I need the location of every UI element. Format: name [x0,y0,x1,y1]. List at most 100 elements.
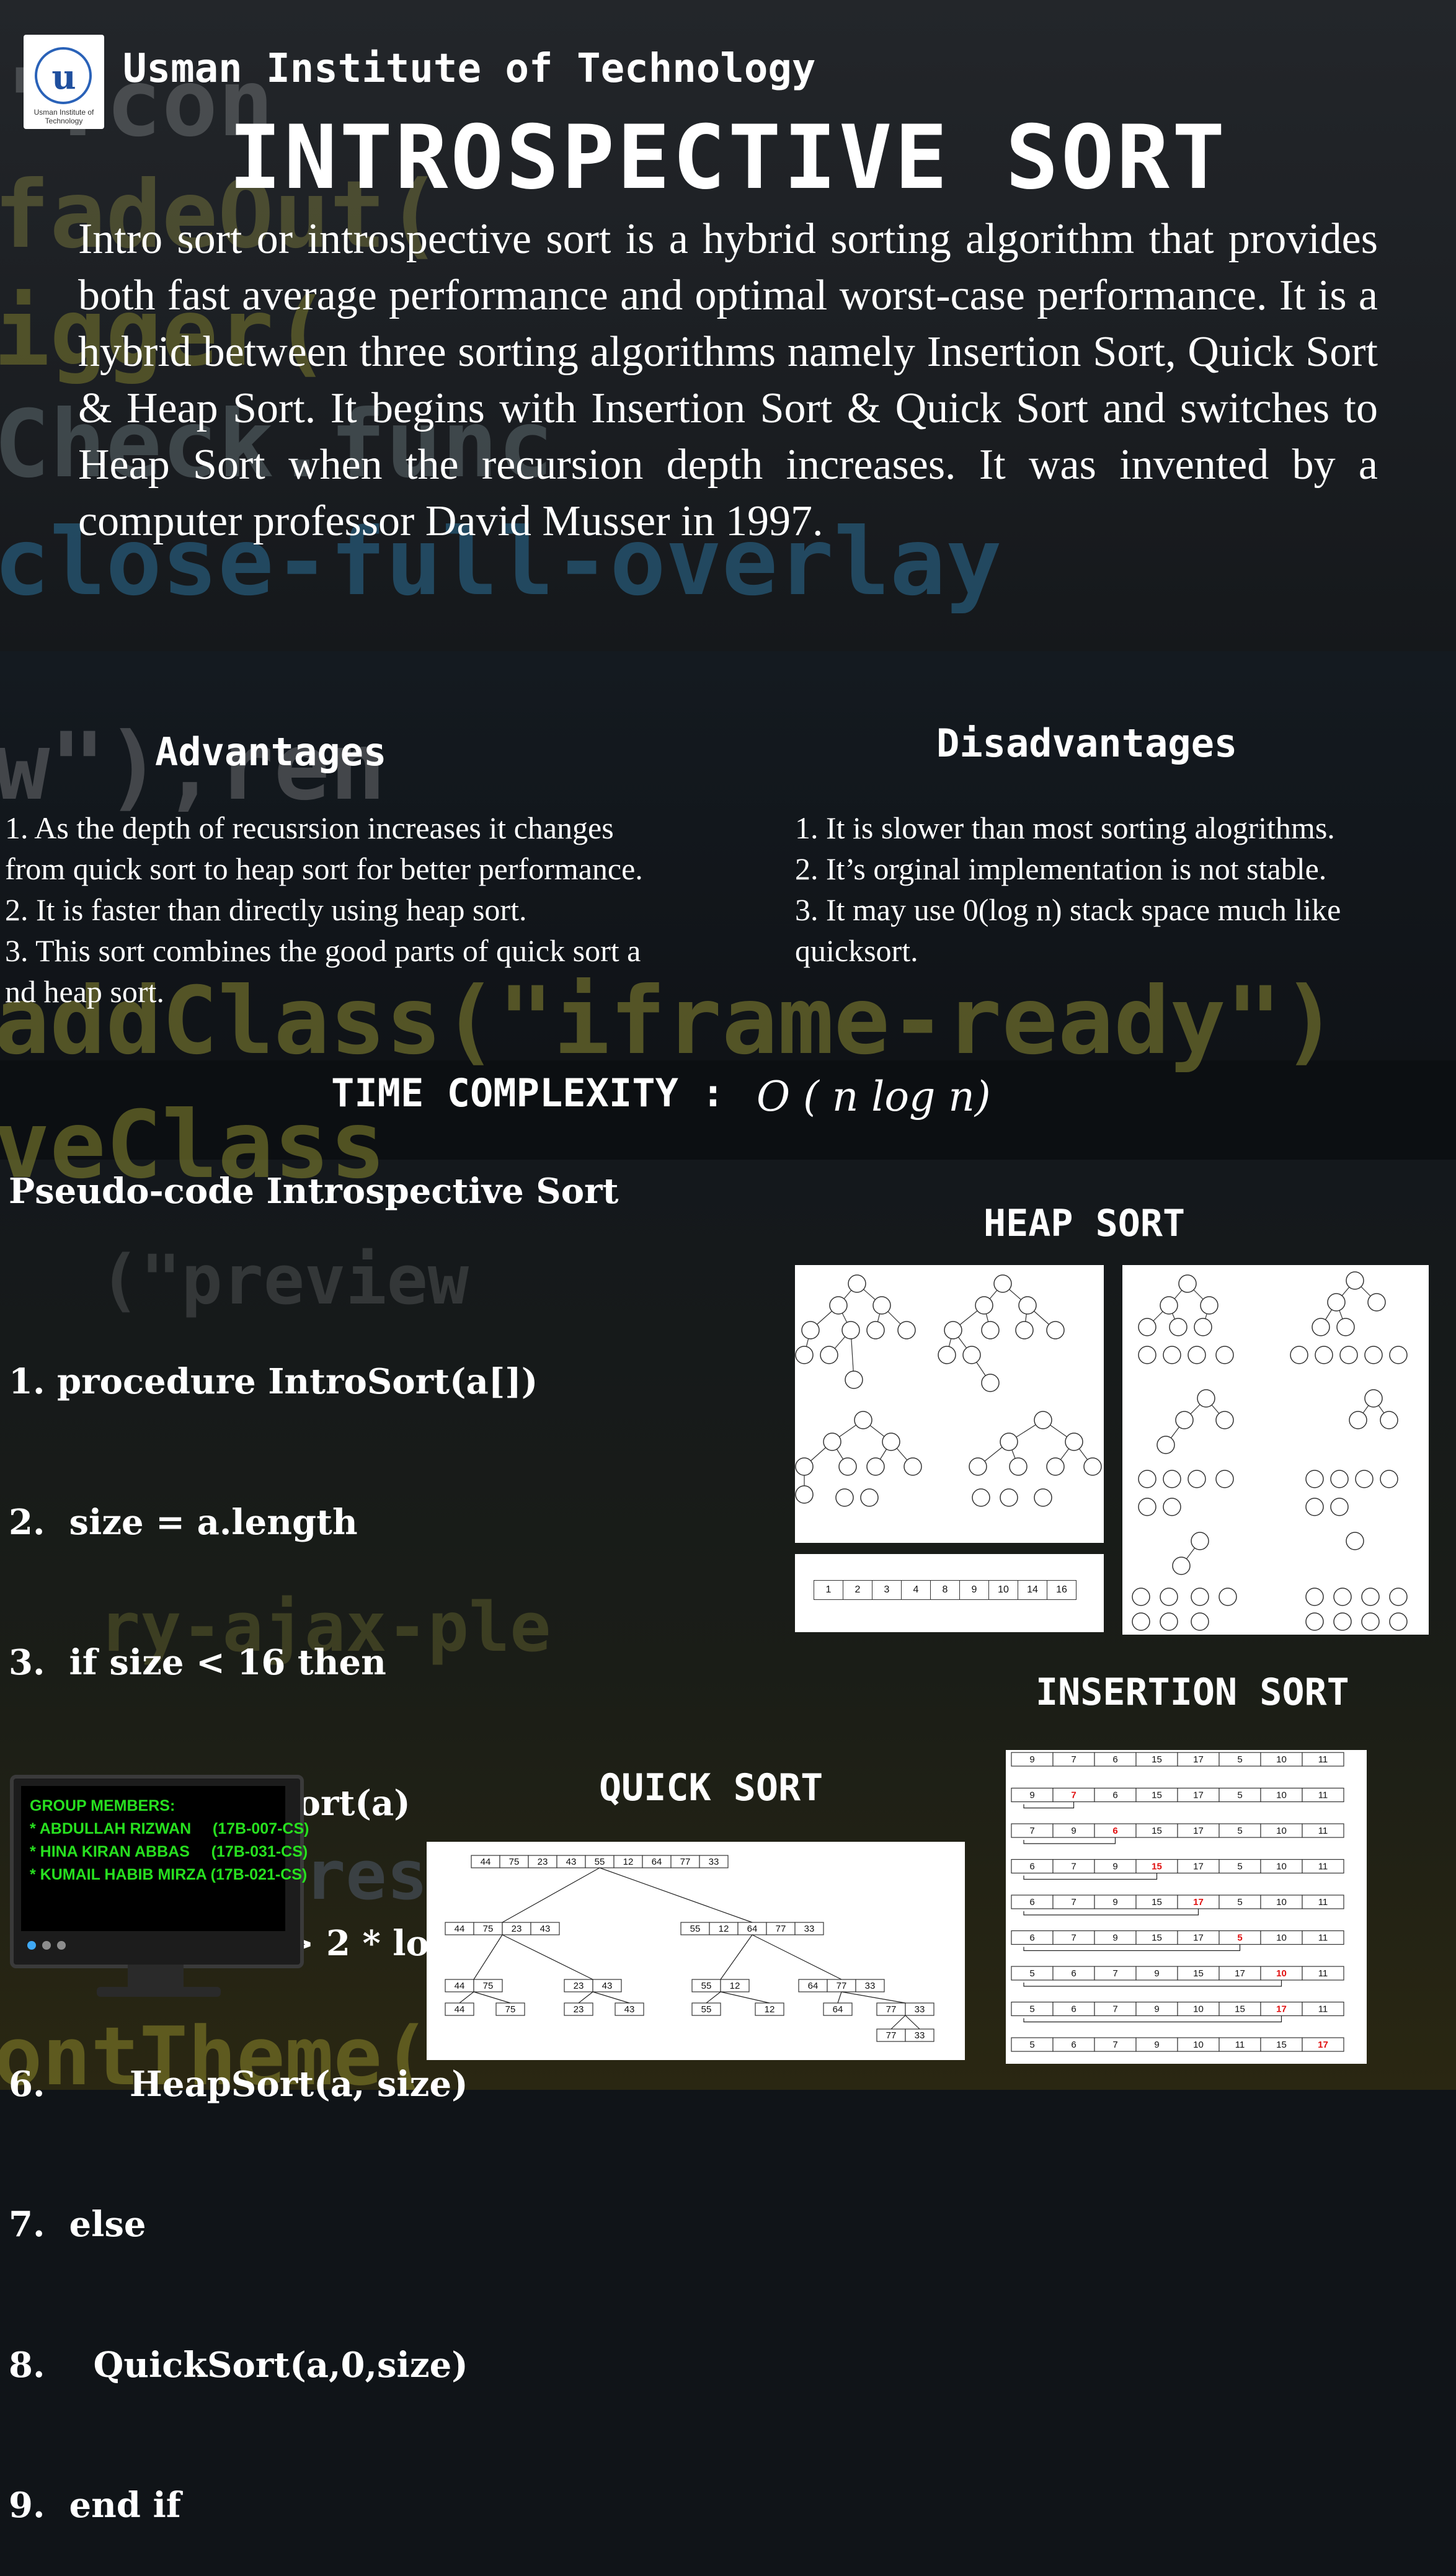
pseudocode-title: Pseudo-code Introspective Sort [9,1171,619,1212]
advantages-list: 1. As the depth of recusrsion increases … [5,807,643,1012]
partition-cell-value: 44 [455,1981,465,1991]
quick-sort-link [837,1991,842,2004]
pseudocode-line: 3. if size < 16 then [9,1642,386,1683]
array-cell: 1 [814,1581,843,1599]
insertion-cell-value: 7 [1112,2040,1117,2050]
insertion-cell-value: 17 [1276,2004,1287,2015]
heap-sort-diagram-right [1122,1265,1429,1635]
quick-sort-partition: 55 [691,2002,721,2016]
partition-cell-value: 77 [886,2030,897,2041]
partition-cell-value: 77 [837,1981,847,1991]
monitor-led [57,1941,66,1950]
quick-sort-partition: 64 [823,2002,853,2016]
partition-cell-value: 43 [602,1981,613,1991]
insertion-cell-value: 10 [1276,1933,1287,1943]
quick-sort-link [841,1991,906,2004]
insertion-cell-value: 10 [1276,1897,1287,1908]
heap-sort-title: HEAP SORT [983,1202,1186,1245]
insertion-cell-value: 9 [1154,2004,1159,2015]
partition-cell-value: 23 [574,2004,584,2015]
insertion-move-arrow [1023,1980,1282,1987]
insertion-cell-value: 11 [1318,1933,1328,1943]
partition-cell-value: 33 [804,1924,815,1934]
pseudocode-line: 2. size = a.length [9,1501,358,1543]
partition-cell-value: 44 [455,1924,465,1934]
heap-trees-left [795,1274,1102,1507]
insertion-cell-value: 10 [1193,2004,1204,2015]
insertion-cell-value: 5 [1237,1897,1242,1908]
partition-cell-value: 75 [483,1981,494,1991]
insertion-move-arrow [1023,2015,1282,2023]
insertion-cell-value: 9 [1071,1826,1076,1836]
insertion-cell-value: 11 [1318,1862,1328,1872]
quick-sort-link [599,1867,753,1923]
intro-paragraph: Intro sort or introspective sort is a hy… [78,215,1378,545]
insertion-cell-value: 6 [1071,2040,1076,2050]
partition-cell-value: 55 [595,1857,605,1867]
insertion-row: 9 7 6 15 17 5 10 11 [1011,1752,1344,1767]
insertion-cell-value: 7 [1071,1897,1076,1908]
insertion-cell-value: 7 [1112,1968,1117,1979]
sorted-array-row: 1 2 3 4 8 9 10 14 16 [814,1580,1076,1600]
partition-cell-value: 23 [512,1924,522,1934]
insertion-cell-value: 10 [1276,1968,1287,1979]
partition-cell-value: 64 [652,1857,662,1867]
quick-sort-partition: 44 75 23 43 55 12 64 77 33 [471,1855,729,1868]
insertion-cell-value: 17 [1193,1862,1204,1872]
monitor-led [42,1941,51,1950]
insertion-cell-value: 15 [1235,2004,1245,2015]
insertion-cell-value: 7 [1071,1933,1076,1943]
quick-sort-link [720,1934,753,1980]
insertion-cell-value: 6 [1029,1933,1034,1943]
partition-cell-value: 43 [540,1924,551,1934]
quick-sort-link [459,1991,474,2004]
member-line: * HINA KIRAN ABBAS (17B-031-CS) [30,1843,308,1860]
partition-cell-value: 33 [915,2004,925,2015]
insertion-move-arrow [1023,1837,1116,1844]
members-text: GROUP MEMBERS: * ABDULLAH RIZWAN (17B-007… [30,1795,309,1886]
insertion-row: 9 7 6 15 17 5 10 11 [1011,1787,1344,1809]
partition-cell-value: 75 [509,1857,520,1867]
insertion-move-arrow [1023,1873,1158,1880]
quick-sort-partition: 55 12 64 77 33 [680,1922,824,1935]
partition-cell-value: 55 [701,1981,712,1991]
members-heading: GROUP MEMBERS: [30,1797,175,1814]
insertion-row: 5 6 7 9 15 17 10 11 [1011,1966,1344,1987]
insertion-move-arrow [1023,1944,1241,1952]
quick-sort-tree: 44 75 23 43 55 12 64 77 33 44 75 23 43 55 12 64 77 33 44 75… [445,1855,934,2042]
quick-sort-link [473,1934,503,1980]
pseudocode-line: 1. procedure IntroSort(a[]) [9,1361,538,1402]
partition-cell-value: 77 [886,2004,897,2015]
insertion-cell-value: 7 [1071,1754,1076,1765]
insertion-cell-value: 15 [1152,1933,1162,1943]
insertion-cell-value: 5 [1237,1862,1242,1872]
advantage-line: 3. This sort combines the good parts of … [5,933,641,968]
quick-sort-link [720,1991,770,2004]
insertion-row: 5 6 7 9 10 15 17 11 [1011,2001,1344,2023]
insertion-cell-value: 9 [1029,1790,1034,1801]
insertion-cell-value: 17 [1235,1968,1245,1979]
insertion-cell-value: 9 [1154,2040,1159,2050]
partition-cell-value: 64 [747,1924,758,1934]
partition-cell-value: 43 [566,1857,577,1867]
insertion-cell-value: 10 [1276,1826,1287,1836]
monitor-stand [128,1965,184,1988]
partition-cell-value: 23 [538,1857,548,1867]
insertion-cell-value: 11 [1318,1790,1328,1801]
insertion-cell-value: 7 [1112,2004,1117,2015]
partition-cell-value: 43 [624,2004,635,2015]
partition-cell-value: 44 [455,2004,465,2015]
insertion-cell-value: 15 [1152,1826,1162,1836]
partition-cell-value: 33 [709,1857,719,1867]
insertion-cell-value: 11 [1318,1826,1328,1836]
institute-name: Usman Institute of Technology [123,46,816,92]
insertion-row: 6 7 9 15 17 5 10 11 [1011,1859,1344,1880]
quick-sort-partition: 12 [755,2002,784,2016]
quick-sort-partition: 75 [495,2002,525,2016]
insertion-cell-value: 6 [1112,1790,1117,1801]
insertion-cell-value: 5 [1029,2040,1034,2050]
time-complexity-label: TIME COMPLEXITY : [331,1070,725,1116]
pseudocode-line: 9. end if [9,2485,181,2526]
array-cell: 2 [843,1581,872,1599]
insertion-cell-value: 17 [1193,1933,1204,1943]
